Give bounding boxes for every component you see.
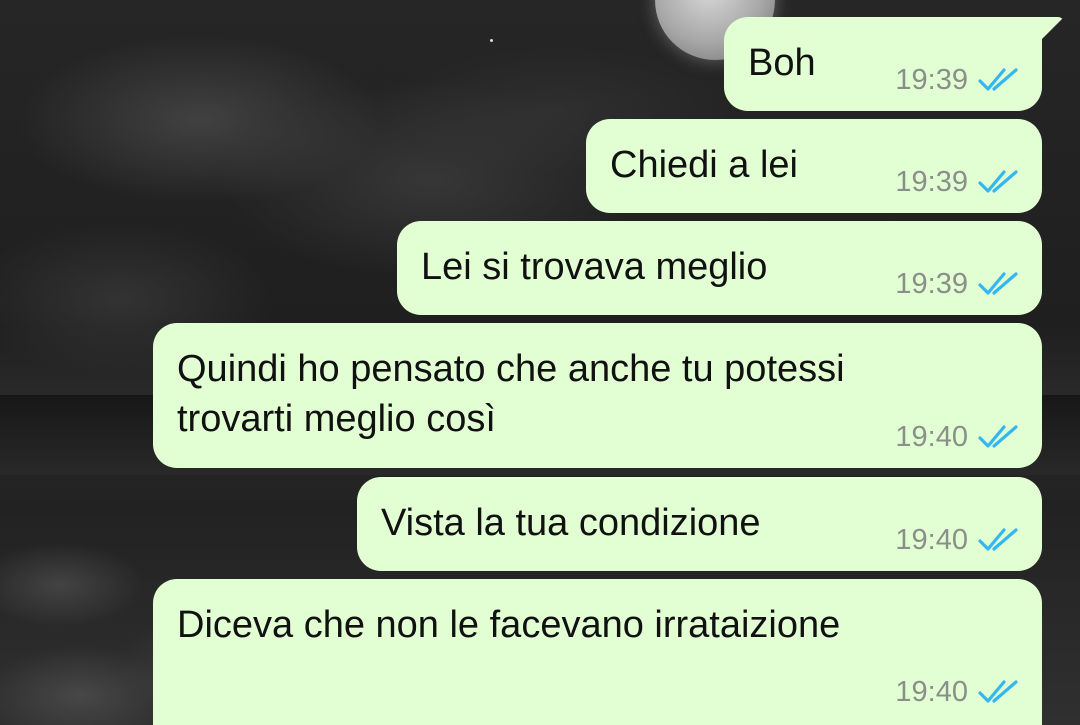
message-meta: 19:39 — [895, 63, 1020, 97]
message-time: 19:40 — [895, 524, 968, 556]
message-time: 19:39 — [895, 166, 968, 198]
message-text-line: Quindi ho pensato che anche tu potessi — [177, 348, 845, 390]
message-time: 19:40 — [895, 421, 968, 453]
message-time: 19:39 — [895, 64, 968, 96]
message-time: 19:40 — [895, 676, 968, 708]
double-check-read-icon — [978, 528, 1018, 551]
double-check-read-icon — [978, 680, 1018, 703]
double-check-read-icon — [978, 170, 1018, 193]
message-text-line: trovarti meglio così — [177, 398, 496, 440]
bubble-tail — [1024, 17, 1064, 43]
double-check-read-icon — [978, 68, 1018, 91]
message-text: Boh — [748, 42, 816, 84]
outgoing-message-bubble[interactable]: Vista la tua condizione 19:40 — [357, 477, 1042, 571]
outgoing-message-bubble[interactable]: Chiedi a lei 19:39 — [586, 119, 1042, 213]
message-text: Diceva che non le facevano irrataizione — [177, 604, 841, 646]
outgoing-message-bubble[interactable]: Diceva che non le facevano irrataizione … — [153, 579, 1042, 725]
message-meta: 19:40 — [895, 523, 1020, 557]
outgoing-message-bubble[interactable]: Boh 19:39 — [724, 17, 1064, 111]
outgoing-message-bubble[interactable]: Quindi ho pensato che anche tu potessi t… — [153, 323, 1042, 468]
message-text: Chiedi a lei — [610, 144, 798, 186]
outgoing-message-bubble[interactable]: Lei si trovava meglio 19:39 — [397, 221, 1042, 315]
double-check-read-icon — [978, 425, 1018, 448]
message-time: 19:39 — [895, 268, 968, 300]
double-check-read-icon — [978, 272, 1018, 295]
chat-message-list[interactable]: Boh 19:39 Chiedi a lei 19:39 Lei si trov… — [0, 0, 1080, 725]
message-text: Lei si trovava meglio — [421, 246, 768, 288]
message-meta: 19:39 — [895, 165, 1020, 199]
message-meta: 19:40 — [895, 420, 1020, 454]
message-text: Vista la tua condizione — [381, 502, 761, 544]
message-meta: 19:39 — [895, 267, 1020, 301]
message-meta: 19:40 — [895, 675, 1020, 709]
